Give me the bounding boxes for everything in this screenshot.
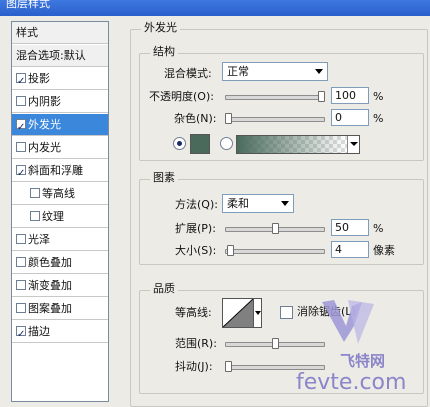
style-item-checkbox[interactable]: [30, 188, 40, 198]
antialias-checkbox[interactable]: [280, 306, 293, 319]
style-item-label: 等高线: [42, 187, 75, 200]
opacity-label: 不透明度(O):: [149, 90, 214, 103]
style-item[interactable]: 投影: [12, 68, 108, 92]
opacity-unit: %: [373, 90, 384, 103]
watermark-logo: [318, 296, 382, 350]
window-title-bar: 图层样式: [0, 0, 430, 16]
contour-label: 等高线:: [175, 306, 212, 319]
style-item[interactable]: 内发光: [12, 137, 108, 159]
elements-title: 图素: [150, 172, 178, 184]
structure-title: 结构: [150, 46, 178, 58]
chevron-down-icon: [315, 69, 323, 74]
style-item-checkbox[interactable]: [16, 234, 26, 244]
watermark-text: fevte.com: [296, 370, 407, 395]
style-item-label: 图案叠加: [28, 302, 72, 315]
chevron-down-icon: [350, 142, 358, 146]
noise-unit: %: [373, 112, 384, 125]
chevron-down-icon: [281, 201, 289, 206]
style-item[interactable]: 颜色叠加: [12, 252, 108, 274]
opacity-input[interactable]: 100: [331, 87, 369, 104]
spread-input[interactable]: 50: [331, 219, 369, 236]
contour-curve-icon: [223, 299, 253, 327]
style-item-checkbox[interactable]: [30, 211, 40, 221]
opacity-slider-thumb[interactable]: [318, 91, 325, 102]
style-item-checkbox[interactable]: [16, 257, 26, 267]
style-item-checkbox[interactable]: [16, 324, 26, 345]
style-item-label: 内阴影: [28, 95, 61, 108]
glow-gradient-picker[interactable]: [236, 135, 360, 154]
opacity-slider[interactable]: [225, 95, 325, 100]
style-item-label: 光泽: [28, 233, 50, 246]
method-value: 柔和: [227, 197, 249, 210]
glow-color-swatch[interactable]: [190, 134, 210, 154]
style-item-label: 描边: [28, 325, 50, 338]
chevron-down-icon: [255, 311, 261, 315]
style-item[interactable]: 内阴影: [12, 91, 108, 113]
style-item-checkbox[interactable]: [16, 303, 26, 313]
style-item-checkbox[interactable]: [16, 280, 26, 290]
style-item-label: 外发光: [28, 118, 61, 131]
range-label: 范围(R):: [175, 337, 217, 350]
solid-color-radio[interactable]: [173, 137, 186, 150]
blend-mode-label: 混合模式:: [164, 67, 212, 80]
style-item[interactable]: 描边: [12, 321, 108, 345]
method-select[interactable]: 柔和: [222, 194, 294, 213]
style-item-label: 纹理: [42, 210, 64, 223]
size-label: 大小(S):: [175, 244, 217, 257]
spread-unit: %: [373, 222, 384, 235]
style-item-label: 渐变叠加: [28, 279, 72, 292]
watermark-text-cn: 飞特网: [340, 352, 386, 370]
contour-dropdown-button[interactable]: [254, 298, 262, 328]
spread-label: 扩展(P):: [175, 222, 216, 235]
style-item[interactable]: 纹理: [12, 206, 108, 228]
style-item[interactable]: 外发光: [12, 114, 108, 138]
jitter-label: 抖动(J):: [175, 360, 213, 373]
contour-picker[interactable]: [222, 298, 254, 328]
method-label: 方法(Q):: [175, 198, 218, 211]
gradient-dropdown-button[interactable]: [347, 136, 359, 153]
jitter-slider-thumb[interactable]: [225, 361, 232, 372]
noise-slider-thumb[interactable]: [225, 113, 232, 124]
range-slider-thumb[interactable]: [271, 338, 279, 349]
style-item-checkbox[interactable]: [16, 96, 26, 106]
style-item[interactable]: 光泽: [12, 229, 108, 251]
blend-options-item[interactable]: 混合选项:默认: [12, 45, 108, 67]
style-item-label: 内发光: [28, 141, 61, 154]
size-input[interactable]: 4: [331, 241, 369, 258]
style-item[interactable]: 等高线: [12, 183, 108, 205]
style-item-label: 颜色叠加: [28, 256, 72, 269]
gradient-radio[interactable]: [220, 137, 233, 150]
spread-slider-thumb[interactable]: [271, 223, 279, 234]
panel-divider: [110, 16, 124, 402]
style-item[interactable]: 渐变叠加: [12, 275, 108, 297]
blend-options-label: 混合选项:默认: [16, 49, 86, 62]
style-item[interactable]: 图案叠加: [12, 298, 108, 320]
outer-glow-title: 外发光: [141, 22, 180, 34]
quality-title: 品质: [150, 283, 178, 295]
blend-mode-value: 正常: [227, 65, 249, 78]
noise-label: 杂色(N):: [174, 112, 217, 125]
size-slider[interactable]: [225, 249, 325, 254]
style-item[interactable]: 斜面和浮雕: [12, 160, 108, 184]
style-item-checkbox[interactable]: [16, 71, 26, 92]
style-item-checkbox[interactable]: [16, 142, 26, 152]
size-slider-thumb[interactable]: [226, 245, 234, 256]
noise-slider[interactable]: [225, 117, 325, 122]
style-item-checkbox[interactable]: [16, 163, 26, 184]
blend-mode-select[interactable]: 正常: [222, 62, 328, 81]
styles-header-label: 样式: [16, 26, 38, 39]
style-item-label: 斜面和浮雕: [28, 164, 83, 177]
styles-list: 样式 混合选项:默认 投影内阴影外发光内发光斜面和浮雕等高线纹理光泽颜色叠加渐变…: [11, 21, 109, 402]
style-item-checkbox[interactable]: [16, 117, 26, 138]
style-item-label: 投影: [28, 72, 50, 85]
noise-input[interactable]: 0: [331, 109, 369, 126]
window-title: 图层样式: [6, 0, 50, 10]
styles-header[interactable]: 样式: [12, 22, 108, 44]
size-unit: 像素: [373, 244, 395, 257]
